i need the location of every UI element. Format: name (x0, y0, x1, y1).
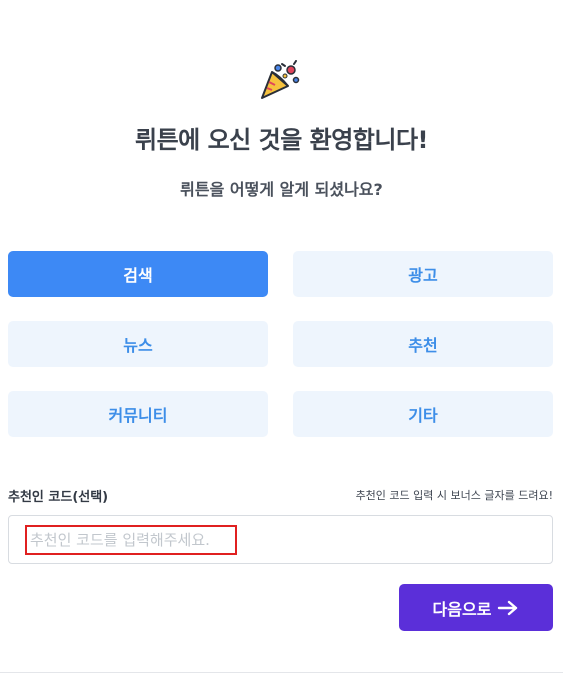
option-search-button[interactable]: 검색 (8, 251, 268, 297)
page-title: 뤼튼에 오신 것을 환영합니다! (135, 126, 428, 154)
option-ad-button[interactable]: 광고 (293, 251, 553, 297)
option-community-button[interactable]: 커뮤니티 (8, 391, 268, 437)
party-popper-icon (261, 60, 300, 99)
referral-code-input[interactable] (25, 525, 237, 555)
arrow-right-icon (498, 600, 518, 615)
referral-bonus-hint: 추천인 코드 입력 시 보너스 글자를 드려요! (355, 489, 553, 502)
option-recommend-button[interactable]: 추천 (293, 321, 553, 367)
bottom-divider (0, 672, 563, 673)
next-button-label: 다음으로 (432, 599, 492, 619)
option-news-button[interactable]: 뉴스 (8, 321, 268, 367)
referral-code-label: 추천인 코드(선택) (8, 490, 109, 505)
page-subtitle: 뤼튼을 어떻게 알게 되셨나요? (180, 180, 383, 199)
option-other-button[interactable]: 기타 (293, 391, 553, 437)
referral-code-field (8, 515, 553, 564)
next-button[interactable]: 다음으로 (399, 584, 553, 631)
